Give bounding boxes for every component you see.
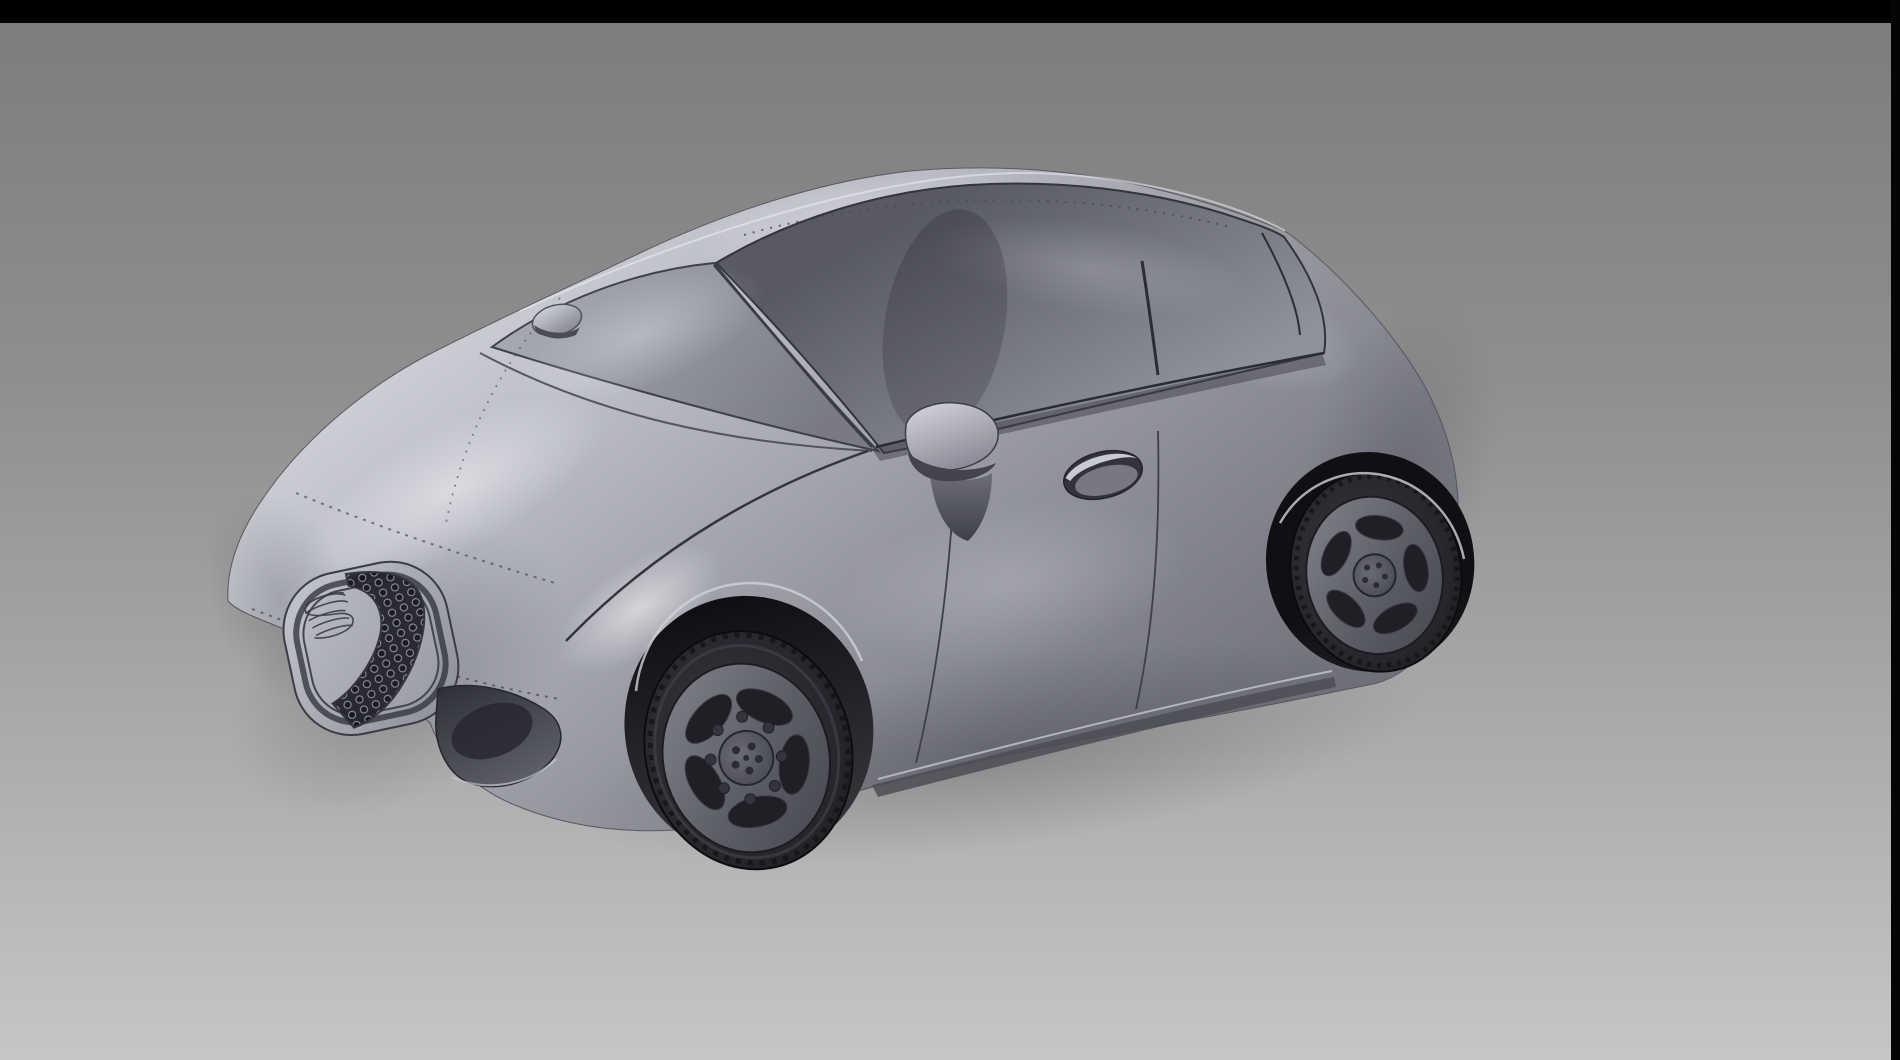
car-render-svg <box>0 23 1900 1060</box>
cad-screenshot: 3D CAD viewport render of a silver-gray … <box>0 0 1900 1060</box>
right-letterbox-bar <box>1891 0 1900 1060</box>
viewport-3d[interactable] <box>0 23 1891 1060</box>
top-letterbox-bar <box>0 0 1900 23</box>
car-model[interactable] <box>176 147 1534 907</box>
